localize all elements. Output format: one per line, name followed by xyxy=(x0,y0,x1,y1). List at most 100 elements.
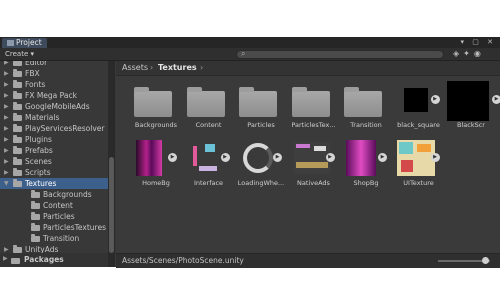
tree-item[interactable]: Transition xyxy=(0,233,108,244)
tree-item-label: Particles xyxy=(43,212,75,221)
breadcrumb-textures[interactable]: Textures xyxy=(158,63,197,72)
expand-arrow-icon[interactable]: ▶ xyxy=(4,145,9,156)
asset-folder[interactable]: Backgrounds xyxy=(130,81,182,137)
tree-item[interactable]: ▶ FX Mega Pack xyxy=(0,90,108,101)
zoom-knob[interactable] xyxy=(482,257,489,264)
tree-item[interactable]: ▶ Fonts xyxy=(0,79,108,90)
texture-preview xyxy=(243,143,273,173)
expand-arrow-icon[interactable]: ▶ xyxy=(3,255,8,262)
asset-texture[interactable]: UITexture ▶ xyxy=(393,139,445,195)
asset-thumbnail xyxy=(292,139,330,177)
expand-asset-icon[interactable]: ▶ xyxy=(325,153,335,162)
search-input[interactable]: ⌕ xyxy=(236,49,444,59)
expand-asset-icon[interactable]: ▶ xyxy=(430,95,440,104)
tree-item-label: Materials xyxy=(25,113,60,122)
asset-texture[interactable]: black_square ▶ xyxy=(393,81,445,137)
asset-folder[interactable]: Particles xyxy=(235,81,287,137)
tree-item[interactable]: Particles xyxy=(0,211,108,222)
tree-item-label: GoogleMobileAds xyxy=(25,102,90,111)
tag-icon[interactable]: ◈ xyxy=(453,49,463,58)
packages-row[interactable]: ▶ Packages xyxy=(0,253,108,267)
tree-item-label: Fonts xyxy=(25,80,46,89)
tree-item[interactable]: Content xyxy=(0,200,108,211)
asset-texture[interactable]: Interface ▶ xyxy=(183,139,235,195)
folder-icon xyxy=(13,157,22,165)
asset-thumbnail xyxy=(396,139,435,177)
tree-item[interactable]: ▶ Plugins xyxy=(0,134,108,145)
zoom-slider[interactable] xyxy=(438,257,490,264)
tree-item[interactable]: ▶ FBX xyxy=(0,68,108,79)
tree-item-label: Editor xyxy=(25,61,48,67)
project-window: Project ▾ ▢ ✕ Create ▾ ⌕ ◈✦◉ ▶ Editor ▶ FBX… xyxy=(0,37,500,268)
expand-asset-icon[interactable]: ▶ xyxy=(430,153,440,162)
asset-folder[interactable]: Transition xyxy=(340,81,392,137)
tab-project[interactable]: Project xyxy=(2,38,47,48)
expand-asset-icon[interactable]: ▶ xyxy=(168,153,177,162)
tree-item[interactable]: ▶ Editor xyxy=(0,61,108,68)
folder-icon xyxy=(7,40,14,46)
folder-icon xyxy=(13,102,22,110)
texture-preview xyxy=(447,81,489,121)
tree-item[interactable]: Backgrounds xyxy=(0,189,108,200)
asset-folder[interactable]: Content xyxy=(183,81,235,137)
asset-name: Backgrounds xyxy=(134,121,178,129)
folder-icon xyxy=(239,87,277,117)
expand-asset-icon[interactable]: ▶ xyxy=(273,153,282,162)
folder-tree: ▶ Editor ▶ FBX ▶ Fonts ▶ FX Mega Pack ▶ GoogleMob… xyxy=(0,61,108,267)
tree-item[interactable]: ▼ Textures xyxy=(0,178,108,189)
folder-icon xyxy=(13,135,22,143)
tree-item[interactable]: ▶ GoogleMobileAds xyxy=(0,101,108,112)
tree-item-label: Plugins xyxy=(25,135,52,144)
tree-item[interactable]: ▶ Scenes xyxy=(0,156,108,167)
expand-asset-icon[interactable]: ▶ xyxy=(378,153,387,162)
asset-texture[interactable]: NativeAds ▶ xyxy=(288,139,340,195)
expand-arrow-icon[interactable]: ▶ xyxy=(4,112,9,123)
asset-texture[interactable]: ShopBg ▶ xyxy=(340,139,392,195)
expand-arrow-icon[interactable]: ▶ xyxy=(4,134,9,145)
expand-arrow-icon[interactable]: ▶ xyxy=(4,123,9,134)
folder-icon xyxy=(344,87,382,117)
asset-folder[interactable]: ParticlesTex... xyxy=(288,81,340,137)
expand-arrow-icon[interactable]: ▶ xyxy=(4,167,9,178)
tree-item[interactable]: ▶ Materials xyxy=(0,112,108,123)
expand-asset-icon[interactable]: ▶ xyxy=(492,95,500,104)
folder-icon xyxy=(186,87,225,117)
asset-texture[interactable]: HomeBg ▶ xyxy=(130,139,182,195)
asset-name: black_square xyxy=(397,121,440,129)
create-button[interactable]: Create ▾ xyxy=(5,49,34,59)
asset-name: HomeBg xyxy=(142,179,170,187)
folder-icon xyxy=(31,223,40,231)
hide-icon[interactable]: ◉ xyxy=(474,49,485,58)
expand-arrow-icon[interactable]: ▶ xyxy=(4,101,9,112)
expand-arrow-icon[interactable]: ▶ xyxy=(4,61,9,68)
asset-texture[interactable]: LoadingWhe... ▶ xyxy=(235,139,287,195)
tree-item[interactable]: ▶ Prefabs xyxy=(0,145,108,156)
collapse-arrow-icon[interactable]: ▼ xyxy=(4,178,9,189)
expand-arrow-icon[interactable]: ▶ xyxy=(4,90,9,101)
window-controls[interactable]: ▾ ▢ ✕ xyxy=(461,38,496,46)
folder-icon xyxy=(13,124,22,132)
asset-thumbnail xyxy=(134,81,172,119)
expand-arrow-icon[interactable]: ▶ xyxy=(4,68,9,79)
tree-item-label: FX Mega Pack xyxy=(25,91,77,100)
asset-thumbnail xyxy=(344,81,382,119)
status-bar: Assets/Scenes/PhotoScene.unity xyxy=(116,253,500,268)
expand-arrow-icon[interactable]: ▶ xyxy=(4,79,9,90)
breadcrumb-separator: › xyxy=(200,63,204,72)
expand-asset-icon[interactable]: ▶ xyxy=(220,153,230,162)
folder-icon xyxy=(13,91,22,99)
star-icon[interactable]: ✦ xyxy=(463,49,474,58)
asset-thumbnail xyxy=(239,139,277,177)
breadcrumb-assets[interactable]: Assets xyxy=(122,63,148,72)
asset-name: Particles xyxy=(247,121,275,129)
tree-scrollbar[interactable] xyxy=(108,61,115,267)
expand-arrow-icon[interactable]: ▶ xyxy=(4,156,9,167)
tree-item[interactable]: ParticlesTextures xyxy=(0,222,108,233)
folder-icon xyxy=(13,69,22,77)
tree-item-label: Transition xyxy=(43,234,80,243)
scroll-thumb[interactable] xyxy=(109,157,114,253)
tree-item[interactable]: ▶ PlayServicesResolver xyxy=(0,123,108,134)
asset-name: UITexture xyxy=(403,179,434,187)
tree-item[interactable]: ▶ Scripts xyxy=(0,167,108,178)
asset-texture[interactable]: BlackScr ▶ xyxy=(445,81,500,137)
